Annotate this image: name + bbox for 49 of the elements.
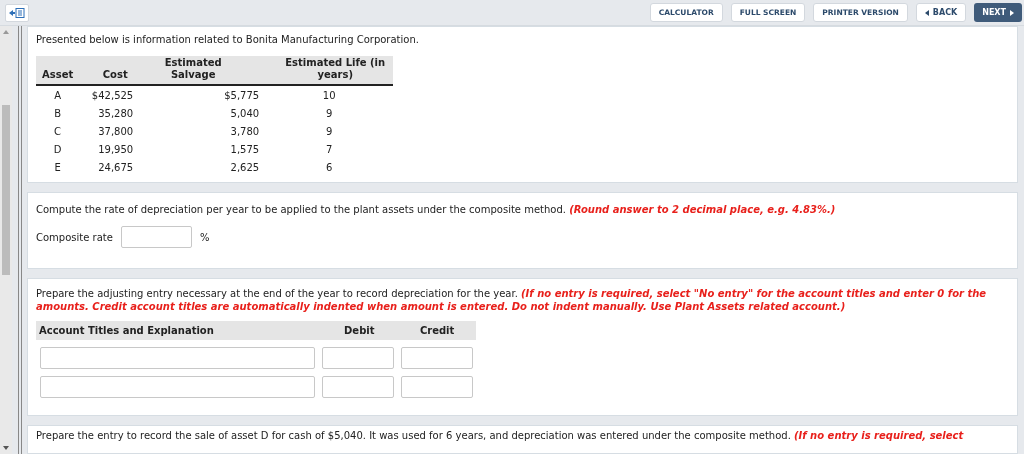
scroll-up-icon (3, 30, 9, 34)
column-header: Debit (343, 324, 376, 339)
intro-text: Presented below is information related to Bonita Manufacturing Corporation. (36, 33, 420, 46)
caret-left-icon (924, 9, 929, 16)
account-title-field[interactable] (40, 347, 315, 370)
table-cell-text: 6 (325, 160, 334, 175)
table-cell-text: 9 (325, 106, 334, 121)
table-cell-text: $42,525 (90, 88, 135, 103)
caret-right-icon (1010, 9, 1014, 16)
question-text: Prepare the adjusting entry necessary at the end of the year to record depreciation for the year. (If no entry is required, select "No entry" for the account titles and enter 0 for the amounts. Credit account titles are automatically indented when amount is entered. Do not indent manually. Use Plant Assets related account.) (36, 287, 988, 314)
column-header: Asset (36, 56, 80, 86)
account-title-field[interactable] (40, 376, 315, 399)
table-cell-text: 37,800 (97, 124, 135, 139)
table-cell-text: 5,040 (229, 106, 261, 121)
table-cell-text: 24,675 (97, 160, 135, 175)
column-header: Estimated Life (in years) (265, 56, 394, 86)
table-cell-text: A (53, 88, 63, 103)
next-button[interactable]: NEXT (974, 3, 1022, 22)
column-header: Account Titles and Explanation (38, 324, 215, 339)
back-button[interactable]: BACK (915, 3, 967, 22)
question-text: Compute the rate of depreciation per year to be applied to the plant assets under the composite method. (Round answer to 2 decimal place, e.g. 4.83%.) (36, 203, 837, 216)
table-cell-text: E (53, 160, 62, 175)
table-cell-text: 35,280 (97, 106, 135, 121)
table-cell-text: 19,950 (97, 142, 135, 157)
table-cell-text: $5,775 (223, 88, 261, 103)
credit-field[interactable] (401, 376, 473, 399)
column-header: Credit (418, 324, 456, 339)
table-cell-text: 1,575 (229, 142, 261, 157)
credit-field[interactable] (401, 347, 473, 370)
table-cell-text: B (53, 106, 63, 121)
question-text: Prepare the entry to record the sale of asset D for cash of $5,040. It was used for 6 years, and depreciation was entered under the composite method. (If no entry is required, select (36, 429, 965, 443)
table-cell-text: C (53, 124, 63, 139)
table-cell-text: 9 (325, 124, 334, 139)
table-cell-text: D (52, 142, 63, 157)
column-header: Cost (79, 56, 140, 86)
table-cell-text: 2,625 (229, 160, 261, 175)
table-cell-text: 7 (325, 142, 334, 157)
collapse-panel-button[interactable] (5, 3, 29, 22)
debit-field[interactable] (322, 376, 394, 399)
scroll-down-icon (3, 446, 9, 450)
field-label: Composite rate (36, 230, 113, 245)
table-cell-text: 3,780 (229, 124, 261, 139)
composite-rate-field[interactable] (120, 226, 192, 248)
debit-field[interactable] (322, 347, 394, 370)
column-header: Estimated Salvage (139, 56, 266, 86)
percent-unit: % (199, 230, 210, 245)
arrow-list-icon (9, 7, 25, 18)
scroll-thumb[interactable] (2, 105, 10, 275)
table-cell-text: 10 (321, 88, 337, 103)
